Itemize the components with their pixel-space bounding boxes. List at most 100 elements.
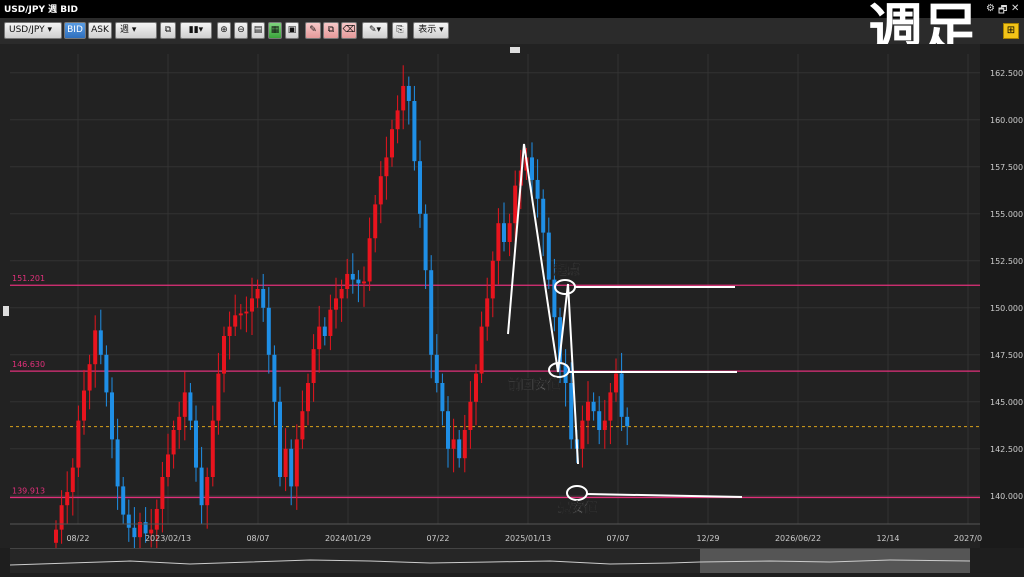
- candle-body: [65, 492, 70, 506]
- candle-body: [87, 364, 92, 391]
- candle-body: [496, 223, 501, 261]
- candle-body: [446, 411, 450, 449]
- annotation-label: 起点: [553, 262, 580, 278]
- compare-icon[interactable]: ⧉: [160, 22, 176, 39]
- layout-icon[interactable]: ▤: [251, 22, 265, 39]
- candle-body: [70, 467, 75, 493]
- window-icon[interactable]: ▣: [285, 22, 299, 39]
- bid-button[interactable]: BID: [64, 22, 86, 39]
- candle-body: [378, 176, 383, 205]
- x-tick-label: 07/07: [606, 534, 629, 543]
- candle-body: [390, 129, 394, 158]
- pen-icon[interactable]: ✎▾: [362, 22, 388, 39]
- panel-toggle-icon[interactable]: ⊞: [1003, 23, 1019, 39]
- candle-body: [485, 298, 490, 327]
- candle-body: [406, 85, 411, 101]
- candle-body: [580, 420, 585, 449]
- zoom-out-icon[interactable]: ⊖: [234, 22, 248, 39]
- x-tick-label: 2026/06/22: [775, 534, 821, 543]
- candle-body: [121, 486, 126, 515]
- price-chart[interactable]: 151.201146.630139.913143.677 起点前回安値最安値 1…: [0, 44, 1024, 548]
- candle-body: [541, 198, 546, 233]
- y-tick-label: 160.000: [990, 116, 1023, 125]
- candle-body: [166, 454, 170, 477]
- overview-navigator[interactable]: [9, 548, 971, 573]
- price-axis: 162.500 160.000 157.500 155.000 152.500 150.0…: [980, 44, 1024, 548]
- y-tick-label: 155.000: [990, 210, 1023, 219]
- candle-body: [289, 448, 294, 487]
- candle-body: [530, 157, 534, 180]
- symbol-select[interactable]: USD/JPY ▾: [4, 22, 62, 39]
- y-tick-label: 142.500: [990, 445, 1023, 454]
- display-menu[interactable]: 表示 ▾: [413, 22, 449, 39]
- candle-body: [272, 354, 277, 402]
- settings-icon[interactable]: ⚙: [986, 3, 995, 14]
- candle-body: [412, 101, 417, 162]
- candle-body: [188, 392, 193, 421]
- candle-body: [535, 179, 540, 199]
- candle-body: [306, 383, 310, 412]
- chart-type-icon[interactable]: ▮▮▾: [180, 22, 212, 39]
- candle-body: [110, 392, 114, 440]
- overview-sparkline: [9, 549, 971, 573]
- candle-body: [457, 439, 462, 459]
- candle-body: [182, 392, 187, 417]
- draw-add-icon[interactable]: ✎: [305, 22, 321, 39]
- candle-body: [546, 232, 551, 280]
- candle-body: [177, 416, 182, 430]
- candle-body: [513, 185, 518, 224]
- snapshot-icon[interactable]: ⎘: [392, 22, 408, 39]
- candle-body: [233, 315, 238, 327]
- annotation-label: 最安値: [558, 500, 597, 516]
- left-handle[interactable]: [3, 306, 9, 316]
- candle-body: [244, 311, 249, 314]
- candle-body: [339, 289, 344, 299]
- candle-body: [507, 223, 512, 242]
- close-icon[interactable]: ✕: [1011, 3, 1019, 14]
- candle-body: [602, 420, 607, 430]
- draw-delete-icon[interactable]: ⌫: [341, 22, 357, 39]
- period-label: 週: [120, 25, 130, 35]
- candle-body: [283, 448, 288, 477]
- candle-body: [619, 373, 624, 417]
- period-select[interactable]: 週 ▾: [115, 22, 157, 39]
- x-tick-label: 2025/01/13: [505, 534, 551, 543]
- candle-body: [625, 416, 630, 427]
- candle-body: [322, 326, 327, 336]
- candle-body: [216, 373, 221, 421]
- candle-body: [317, 326, 322, 350]
- top-handle[interactable]: [510, 47, 520, 53]
- candle-body: [356, 279, 361, 284]
- y-tick-label: 162.500: [990, 69, 1023, 78]
- support-line-label: 139.913: [12, 486, 45, 495]
- candle-body: [227, 326, 232, 336]
- display-label: 表示: [418, 25, 437, 35]
- draw-copy-icon[interactable]: ⧉: [323, 22, 339, 39]
- candle-body: [367, 238, 372, 282]
- candle-body: [76, 420, 81, 468]
- y-tick-label: 145.000: [990, 398, 1023, 407]
- y-tick-label: 147.500: [990, 351, 1023, 360]
- ask-button[interactable]: ASK: [88, 22, 112, 39]
- candle-body: [345, 273, 350, 289]
- candle-body: [468, 401, 473, 430]
- candle-body: [250, 298, 254, 312]
- support-line-label: 146.630: [12, 360, 45, 369]
- candle-body: [132, 527, 137, 538]
- zoom-in-icon[interactable]: ⊕: [217, 22, 231, 39]
- candle-body: [115, 439, 120, 487]
- candle-body: [373, 204, 378, 239]
- candle-body: [362, 281, 366, 284]
- x-tick-label: 2027/0: [954, 534, 982, 543]
- candle-body: [93, 330, 98, 365]
- candle-body: [401, 85, 406, 111]
- candle-body: [311, 349, 316, 383]
- candle-body: [261, 289, 266, 308]
- window-title: USD/JPY 週 BID: [4, 5, 78, 15]
- grid-icon[interactable]: ▦: [268, 22, 282, 39]
- candle-body: [451, 439, 456, 449]
- annotation-label: 前回安値: [508, 377, 560, 393]
- candle-body: [614, 373, 618, 393]
- candle-body: [434, 354, 439, 383]
- symbol-label: USD/JPY: [9, 25, 45, 35]
